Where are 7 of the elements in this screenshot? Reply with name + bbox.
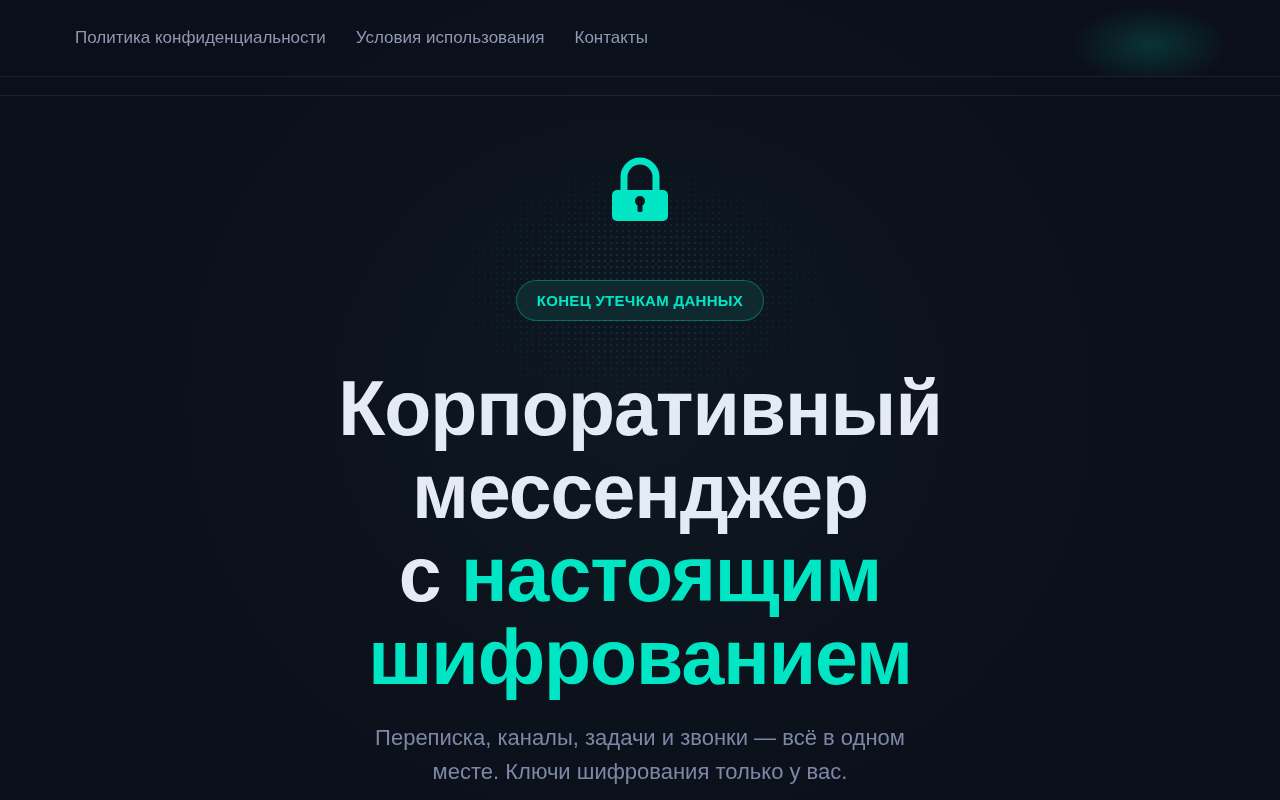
- padlock-icon: [612, 157, 668, 221]
- nav-link[interactable]: Политика конфиденциальности: [75, 27, 326, 49]
- hero-heading: Корпоративный мессенджер с настоящим шифрованием: [337, 367, 943, 699]
- tagline-badge: КОНЕЦ УТЕЧКАМ ДАННЫХ: [515, 280, 765, 321]
- hero-subtitle: Переписка, каналы, задачи и звонки — всё в одном месте. Ключи шифрования только у вас.: [374, 724, 906, 786]
- nav-link[interactable]: Условия использования: [355, 27, 545, 49]
- nav-link[interactable]: Контакты: [574, 27, 648, 49]
